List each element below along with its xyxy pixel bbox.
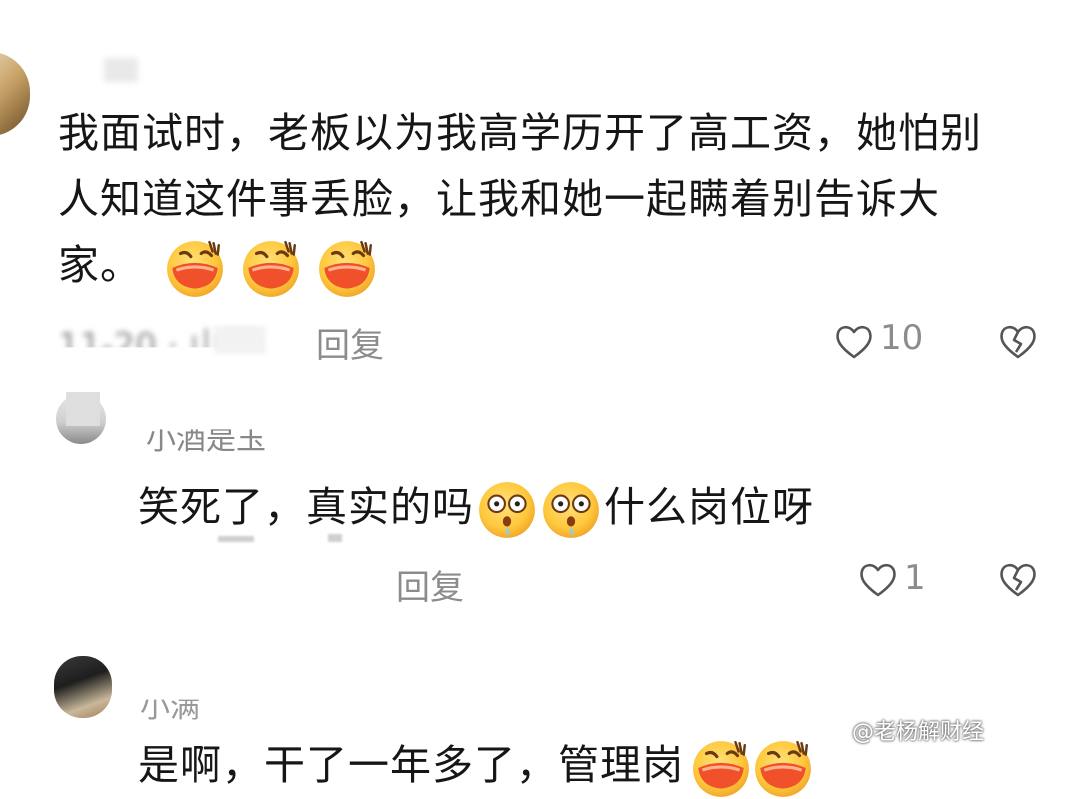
dislike-icon[interactable] [998,322,1038,362]
laughing-cry-emoji [752,737,814,799]
comment-1: 我面试时，老板以为我高学历开了高工资，她怕别 人知道这件事丢脸，让我和她一起瞒着… [0,0,1074,380]
watermark: @老杨解财经 [852,714,984,746]
reply-button[interactable]: 回复 [396,560,464,609]
watermark-text: @老杨解财经 [852,720,985,745]
meta-blur-patch [218,536,254,542]
avatar[interactable] [0,52,30,136]
meta-blur-patch [214,326,266,354]
laughing-cry-emoji [164,237,226,299]
username[interactable]: 小满 [140,700,200,726]
laughing-cry-emoji [316,237,378,299]
comment-3: 小满 是啊，干了一年多了，管理岗 @老杨解财经 [0,640,1074,766]
like-icon[interactable] [858,560,898,600]
like-count: 10 [880,318,924,358]
reply-button[interactable]: 回复 [316,318,384,367]
laughing-cry-emoji [690,737,752,799]
like-count: 1 [904,558,926,598]
comment-line-3-wrap: 家。 [58,232,1048,299]
avatar-overlay [66,392,100,426]
avatar[interactable] [54,656,112,718]
username-blur [104,58,138,82]
comment-text-after: 什么岗位呀 [604,483,814,531]
comment-text-body: 是啊，干了一年多了，管理岗 [138,741,684,789]
shocked-emoji [476,479,538,541]
shocked-emoji [540,479,602,541]
meta-blur-patch [328,534,342,542]
comment-text: 笑死了，真实的吗 什么岗位呀 [138,474,814,541]
like-icon[interactable] [834,322,874,362]
comment-text: 我面试时，老板以为我高学历开了高工资，她怕别 人知道这件事丢脸，让我和她一起瞒着… [58,100,1048,299]
username[interactable]: 小酒是玉 [146,429,266,458]
laughing-cry-emoji [240,237,302,299]
comment-text-before: 笑死了，真实的吗 [138,483,474,531]
comment-2: 小酒是玉 笑死了，真实的吗 什么岗位呀 回复 1 [0,380,1074,630]
comment-line-2: 人知道这件事丢脸，让我和她一起瞒着别告诉大 [58,175,940,223]
comment-line-1: 我面试时，老板以为我高学历开了高工资，她怕别 [58,109,982,157]
comment-line-3: 家。 [58,241,142,289]
dislike-icon[interactable] [998,560,1038,600]
